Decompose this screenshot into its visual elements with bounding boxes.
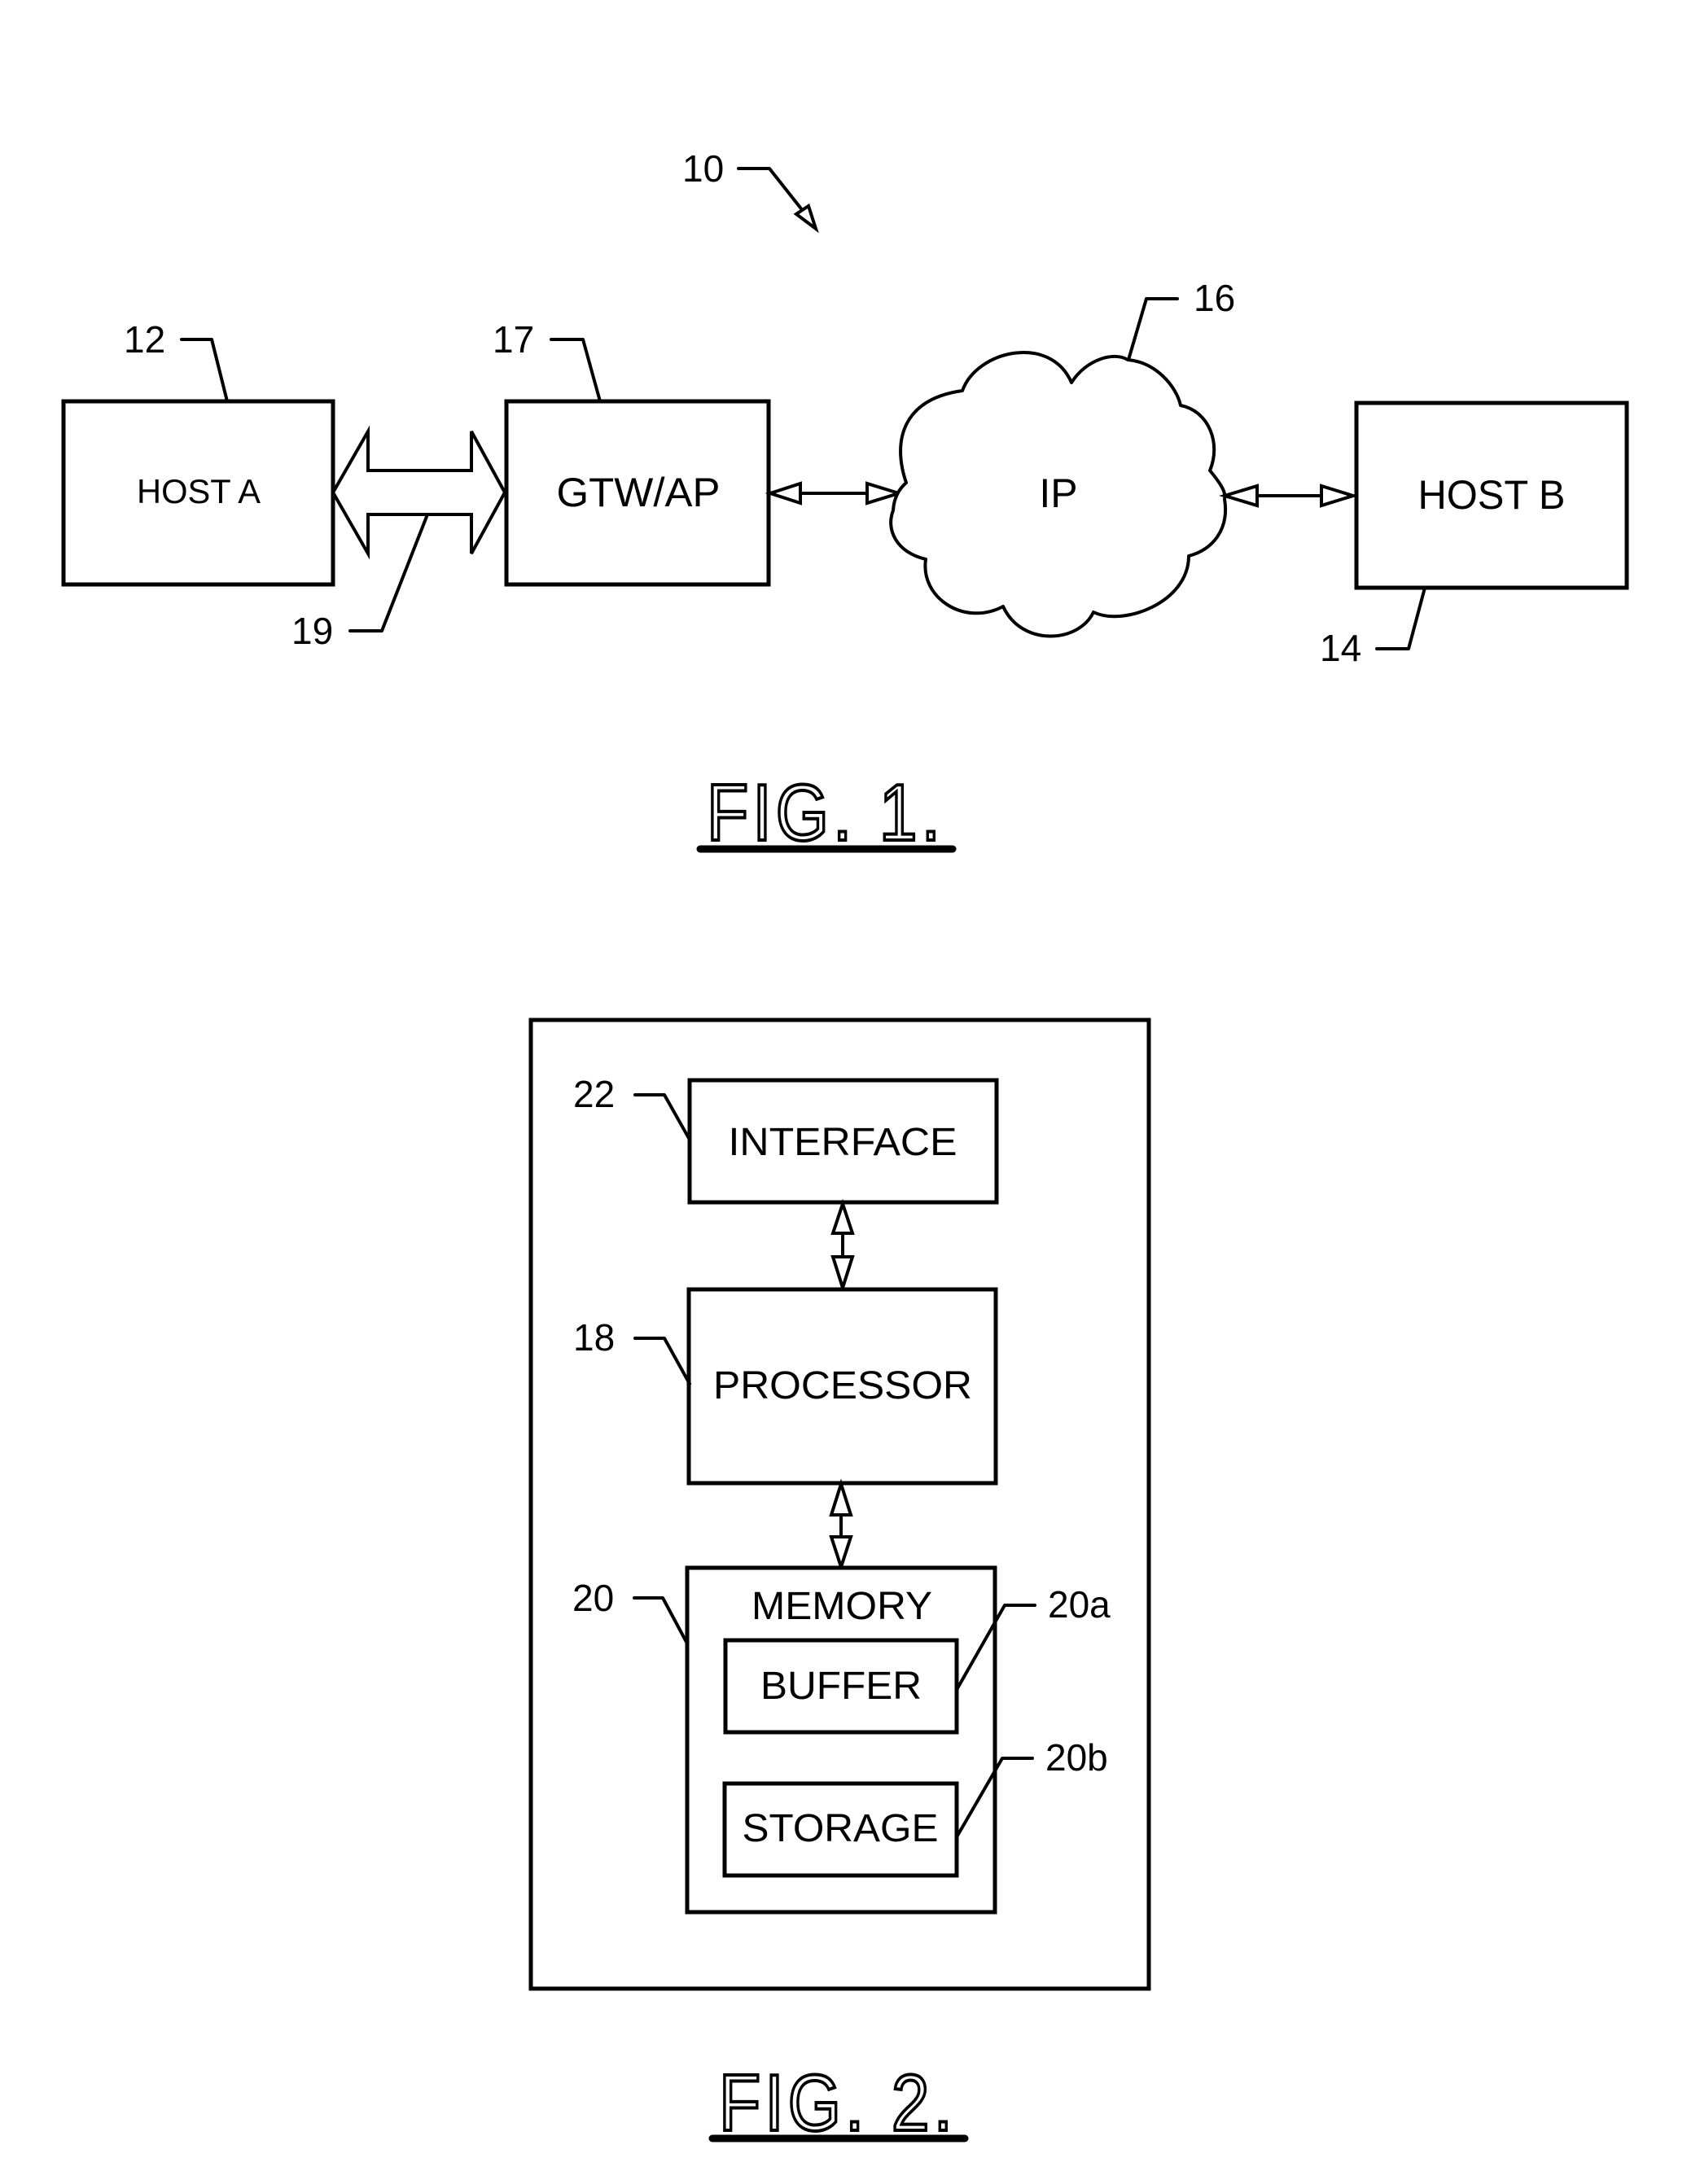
figure-1-caption: FIG. 1. [707, 768, 944, 857]
ref-host-a: 12 [124, 318, 165, 361]
network-host-b-arrowhead-left-icon [1219, 484, 1259, 508]
ref-host-b-leader [1375, 586, 1426, 650]
interface-label: INTERFACE [729, 1121, 957, 1164]
ref-network-leader [1127, 297, 1179, 361]
ref-processor: 18 [573, 1316, 615, 1359]
patent-drawing-sheet: 10 HOST A 12 19 GTW/AP 17 IP 16 HOST B 1… [61, 147, 1629, 2149]
ref-system-10-leader [737, 167, 808, 217]
storage-label: STORAGE [743, 1807, 939, 1850]
network-host-b-arrowhead-right-icon [1320, 484, 1359, 508]
host-b-label: HOST B [1418, 472, 1566, 518]
processor-label: PROCESSOR [713, 1364, 972, 1407]
ref-host-a-leader [180, 338, 229, 403]
network-label: IP [1039, 471, 1077, 516]
ref-gateway-leader [550, 338, 602, 403]
ref-storage: 20b [1045, 1736, 1108, 1779]
ref-system-10: 10 [682, 147, 724, 190]
ref-memory: 20 [572, 1577, 614, 1619]
ref-system-10-arrowhead-icon [793, 203, 819, 234]
figure-1: 10 HOST A 12 19 GTW/AP 17 IP 16 HOST B 1… [61, 147, 1629, 859]
gateway-network-arrowhead-left-icon [765, 481, 802, 506]
buffer-label: BUFFER [760, 1665, 922, 1708]
ref-host-b: 14 [1320, 627, 1361, 669]
figure-2-caption: FIG. 2. [719, 2058, 957, 2147]
ref-network: 16 [1194, 277, 1235, 319]
figure-2: INTERFACE 22 PROCESSOR 18 MEMORY 20 BUFF… [528, 1018, 1151, 2149]
ref-bus: 19 [291, 610, 333, 652]
host-a-label: HOST A [137, 472, 261, 510]
ref-interface: 22 [573, 1073, 615, 1115]
ref-buffer: 20a [1048, 1583, 1111, 1626]
ref-gateway: 17 [493, 318, 534, 361]
gateway-label: GTW/AP [557, 470, 721, 515]
memory-label: MEMORY [751, 1585, 932, 1628]
